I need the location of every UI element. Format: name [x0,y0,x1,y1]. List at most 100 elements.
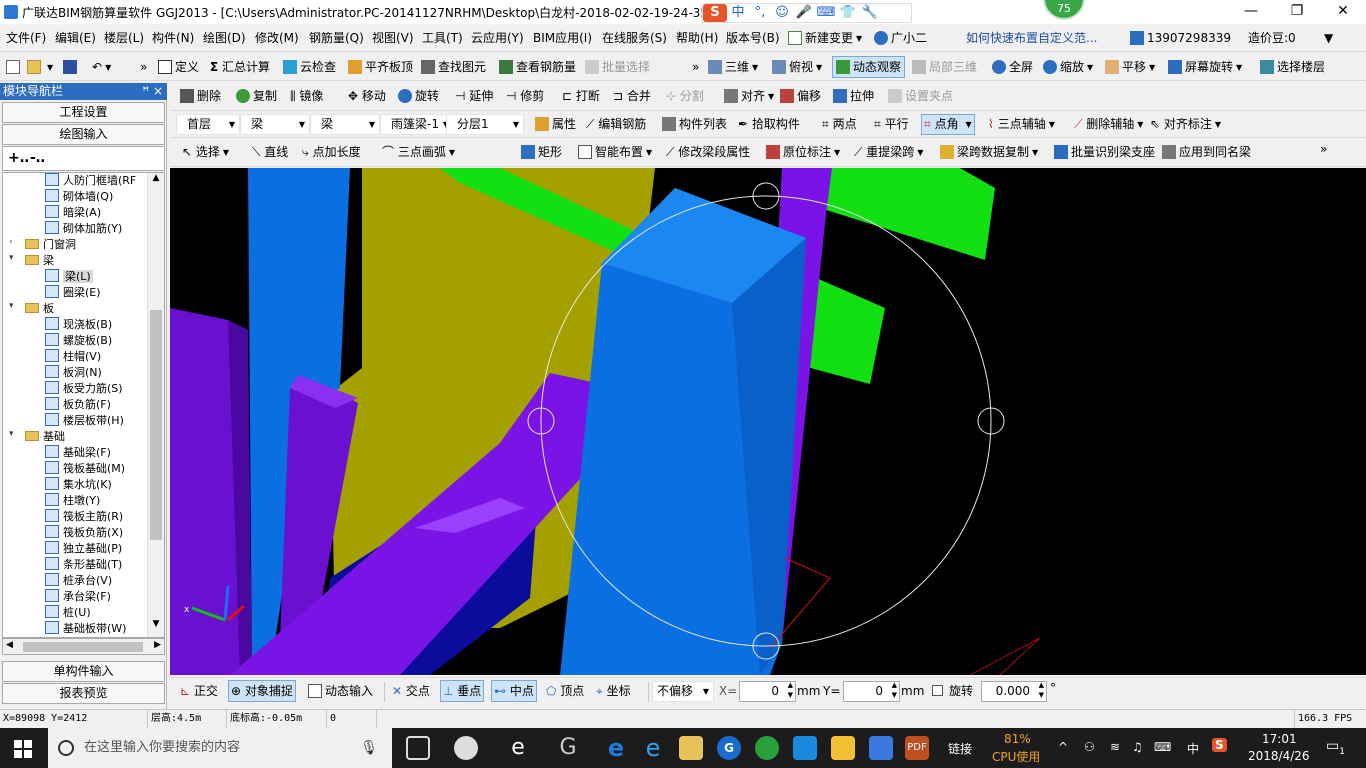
notes-app-icon[interactable] [831,736,855,760]
wifi-icon[interactable]: ≋ [1110,740,1120,754]
tree-item[interactable]: 板受力筋(S) [45,381,123,397]
find-element-button[interactable]: 查找图元 [421,53,486,81]
expand-chevron-icon[interactable]: › [9,237,13,247]
skin-icon[interactable]: 👕 [837,4,859,22]
taskbar-search-input[interactable]: 在这里输入你要搜索的内容 🎙 [48,728,392,768]
score-badge[interactable]: 75 [1043,0,1085,20]
tree-item[interactable]: 桩(U) [45,605,91,621]
top-view-button[interactable]: 俯视 ▼ [772,53,822,82]
menu-tools[interactable]: 工具(T) [422,24,463,52]
in-situ-annotation-button[interactable]: 原位标注 ▼ [766,140,840,165]
menu-bim[interactable]: BIM应用(I) [533,24,592,52]
links-toolbar[interactable]: 链接 [948,740,972,757]
collapse-all-icon[interactable]: -‥ [30,150,45,166]
menu-edit[interactable]: 编辑(E) [55,24,96,52]
3d-viewport[interactable]: x [170,168,1366,675]
sogou-tray-icon[interactable]: S [1212,738,1227,752]
tab-report-preview[interactable]: 报表预览 [2,683,165,704]
beans-count[interactable]: 造价豆:0 [1248,24,1296,52]
define-button[interactable]: 定义 [158,53,199,81]
tree-item[interactable]: 柱帽(V) [45,349,101,365]
stretch-button[interactable]: 拉伸 [833,84,874,108]
menu-help[interactable]: 帮助(H) [676,24,718,52]
undo-icon[interactable]: ↶ ▼ [92,53,111,82]
rotate-button[interactable]: 旋转 [398,84,439,108]
cpu-percent[interactable]: 81% [1004,732,1031,746]
tree-item[interactable]: 条形基础(T) [45,557,122,573]
new-change-button[interactable]: 新建变更 ▼ [788,24,862,53]
notification-icon[interactable]: ▭1 [1326,738,1345,757]
select-button[interactable]: ↖ 选择 ▼ [182,140,229,165]
offset-button[interactable]: 偏移 [780,84,821,108]
account[interactable]: 13907298339 [1130,24,1231,52]
move-button[interactable]: ✥ 移动 [348,84,386,108]
batch-select-button[interactable]: 批量选择 [585,53,650,81]
tree-item[interactable]: 梁(L) [45,269,93,285]
tree-item[interactable]: 基础梁(F) [45,445,111,461]
ggj-app-icon[interactable]: G [717,736,741,760]
cloud-check-button[interactable]: 云检查 [283,53,336,81]
tree-hscrollbar[interactable]: ◀ ▶ [2,638,165,655]
tree-item[interactable]: 柱墩(Y) [45,493,100,509]
tree-item[interactable]: 板负筋(F) [45,397,111,413]
modify-beam-props-button[interactable]: ⟋ 修改梁段属性 [666,140,750,164]
span-data-copy-button[interactable]: 梁跨数据复制 ▼ [940,140,1038,165]
clock-date[interactable]: 2018/4/26 [1248,749,1310,763]
edit-rebar-button[interactable]: ⟋ 编辑钢筋 [586,112,646,136]
3d-scene[interactable]: x [170,168,1366,675]
point-angle-button[interactable]: ⌗ 点角 ▼ [921,114,975,135]
minimize-button[interactable]: — [1228,0,1274,24]
overflow-chevron-icon[interactable]: » [692,53,699,81]
copy-button[interactable]: 复制 [236,84,277,108]
trim-button[interactable]: ⊣ 修剪 [506,84,544,108]
apply-same-name-beam-button[interactable]: 应用到同名梁 [1162,140,1251,164]
tree-folder[interactable]: 基础 [25,429,65,445]
clock-time[interactable]: 17:01 [1262,732,1297,746]
three-point-axis-button[interactable]: ⌇ 三点辅轴 ▼ [988,112,1055,137]
tab-single-component[interactable]: 单构件输入 [2,661,165,682]
menu-online[interactable]: 在线服务(S) [602,24,667,52]
tree-item[interactable]: 楼层板带(H) [45,413,124,429]
local-3d-button[interactable]: 局部三维 [912,53,977,81]
menu-dropdown-icon[interactable]: ▼ [1324,24,1333,52]
smart-layout-button[interactable]: 智能布置 ▼ [578,140,652,165]
perpendicular-button[interactable]: ⊥ 垂点 [440,680,485,702]
tree-item[interactable]: 承台梁(F) [45,589,111,605]
component-select[interactable]: 雨篷梁-1▼ [380,114,454,135]
menu-component[interactable]: 构件(N) [152,24,194,52]
tree-item[interactable]: 圈梁(E) [45,285,101,301]
align-dimension-button[interactable]: ⇖ 对齐标注 ▼ [1150,112,1221,137]
tray-up-chevron-icon[interactable]: ^ [1058,740,1068,754]
close-button[interactable]: ✕ [1320,0,1366,24]
pdf-app-icon[interactable]: PDF [905,736,929,760]
scroll-thumb[interactable] [150,310,162,540]
line-button[interactable]: ⟍ 直线 [252,140,288,164]
rotate-input[interactable]: 0.000 ▲ ▼ [981,681,1047,702]
task-view-icon[interactable] [406,736,430,760]
help-link[interactable]: 如何快速布置自定义范... [966,24,1097,52]
category-select[interactable]: 梁 ▼ [240,114,310,135]
pick-component-button[interactable]: ✒ 拾取构件 [738,112,800,136]
rectangle-button[interactable]: 矩形 [521,140,562,164]
offset-select[interactable]: 不偏移 ▼ [652,681,714,702]
expand-all-icon[interactable]: +‥ [8,150,29,166]
select-floor-button[interactable]: 选择楼层 [1260,53,1325,81]
coordinate-button[interactable]: ⌖ 坐标 [596,679,631,703]
swirl-app-icon[interactable]: G [556,736,580,760]
set-grip-button[interactable]: 设置夹点 [888,84,953,108]
collapse-chevron-icon[interactable]: ▾ [9,253,14,263]
dynamic-input-button[interactable]: 动态输入 [308,679,373,703]
midpoint-button[interactable]: ⊷ 中点 [491,680,537,702]
re-extract-span-button[interactable]: ⟋ 重提梁跨 ▼ [854,140,923,165]
screen-rotate-button[interactable]: 屏幕旋转 ▼ [1168,53,1242,82]
tab-project-settings[interactable]: 工程设置 [2,102,165,123]
sum-calc-button[interactable]: Σ 汇总计算 [210,53,270,81]
delete-button[interactable]: 删除 [180,84,221,108]
tree-folder[interactable]: 梁 [25,253,54,269]
save-icon[interactable] [63,53,80,81]
tree-item[interactable]: 螺旋板(B) [45,333,112,349]
split-button[interactable]: ⊹ 分割 [666,84,704,108]
menu-floor[interactable]: 楼层(L) [104,24,144,52]
restore-button[interactable]: ❐ [1274,0,1320,24]
people-icon[interactable]: ⚇ [1084,740,1095,754]
